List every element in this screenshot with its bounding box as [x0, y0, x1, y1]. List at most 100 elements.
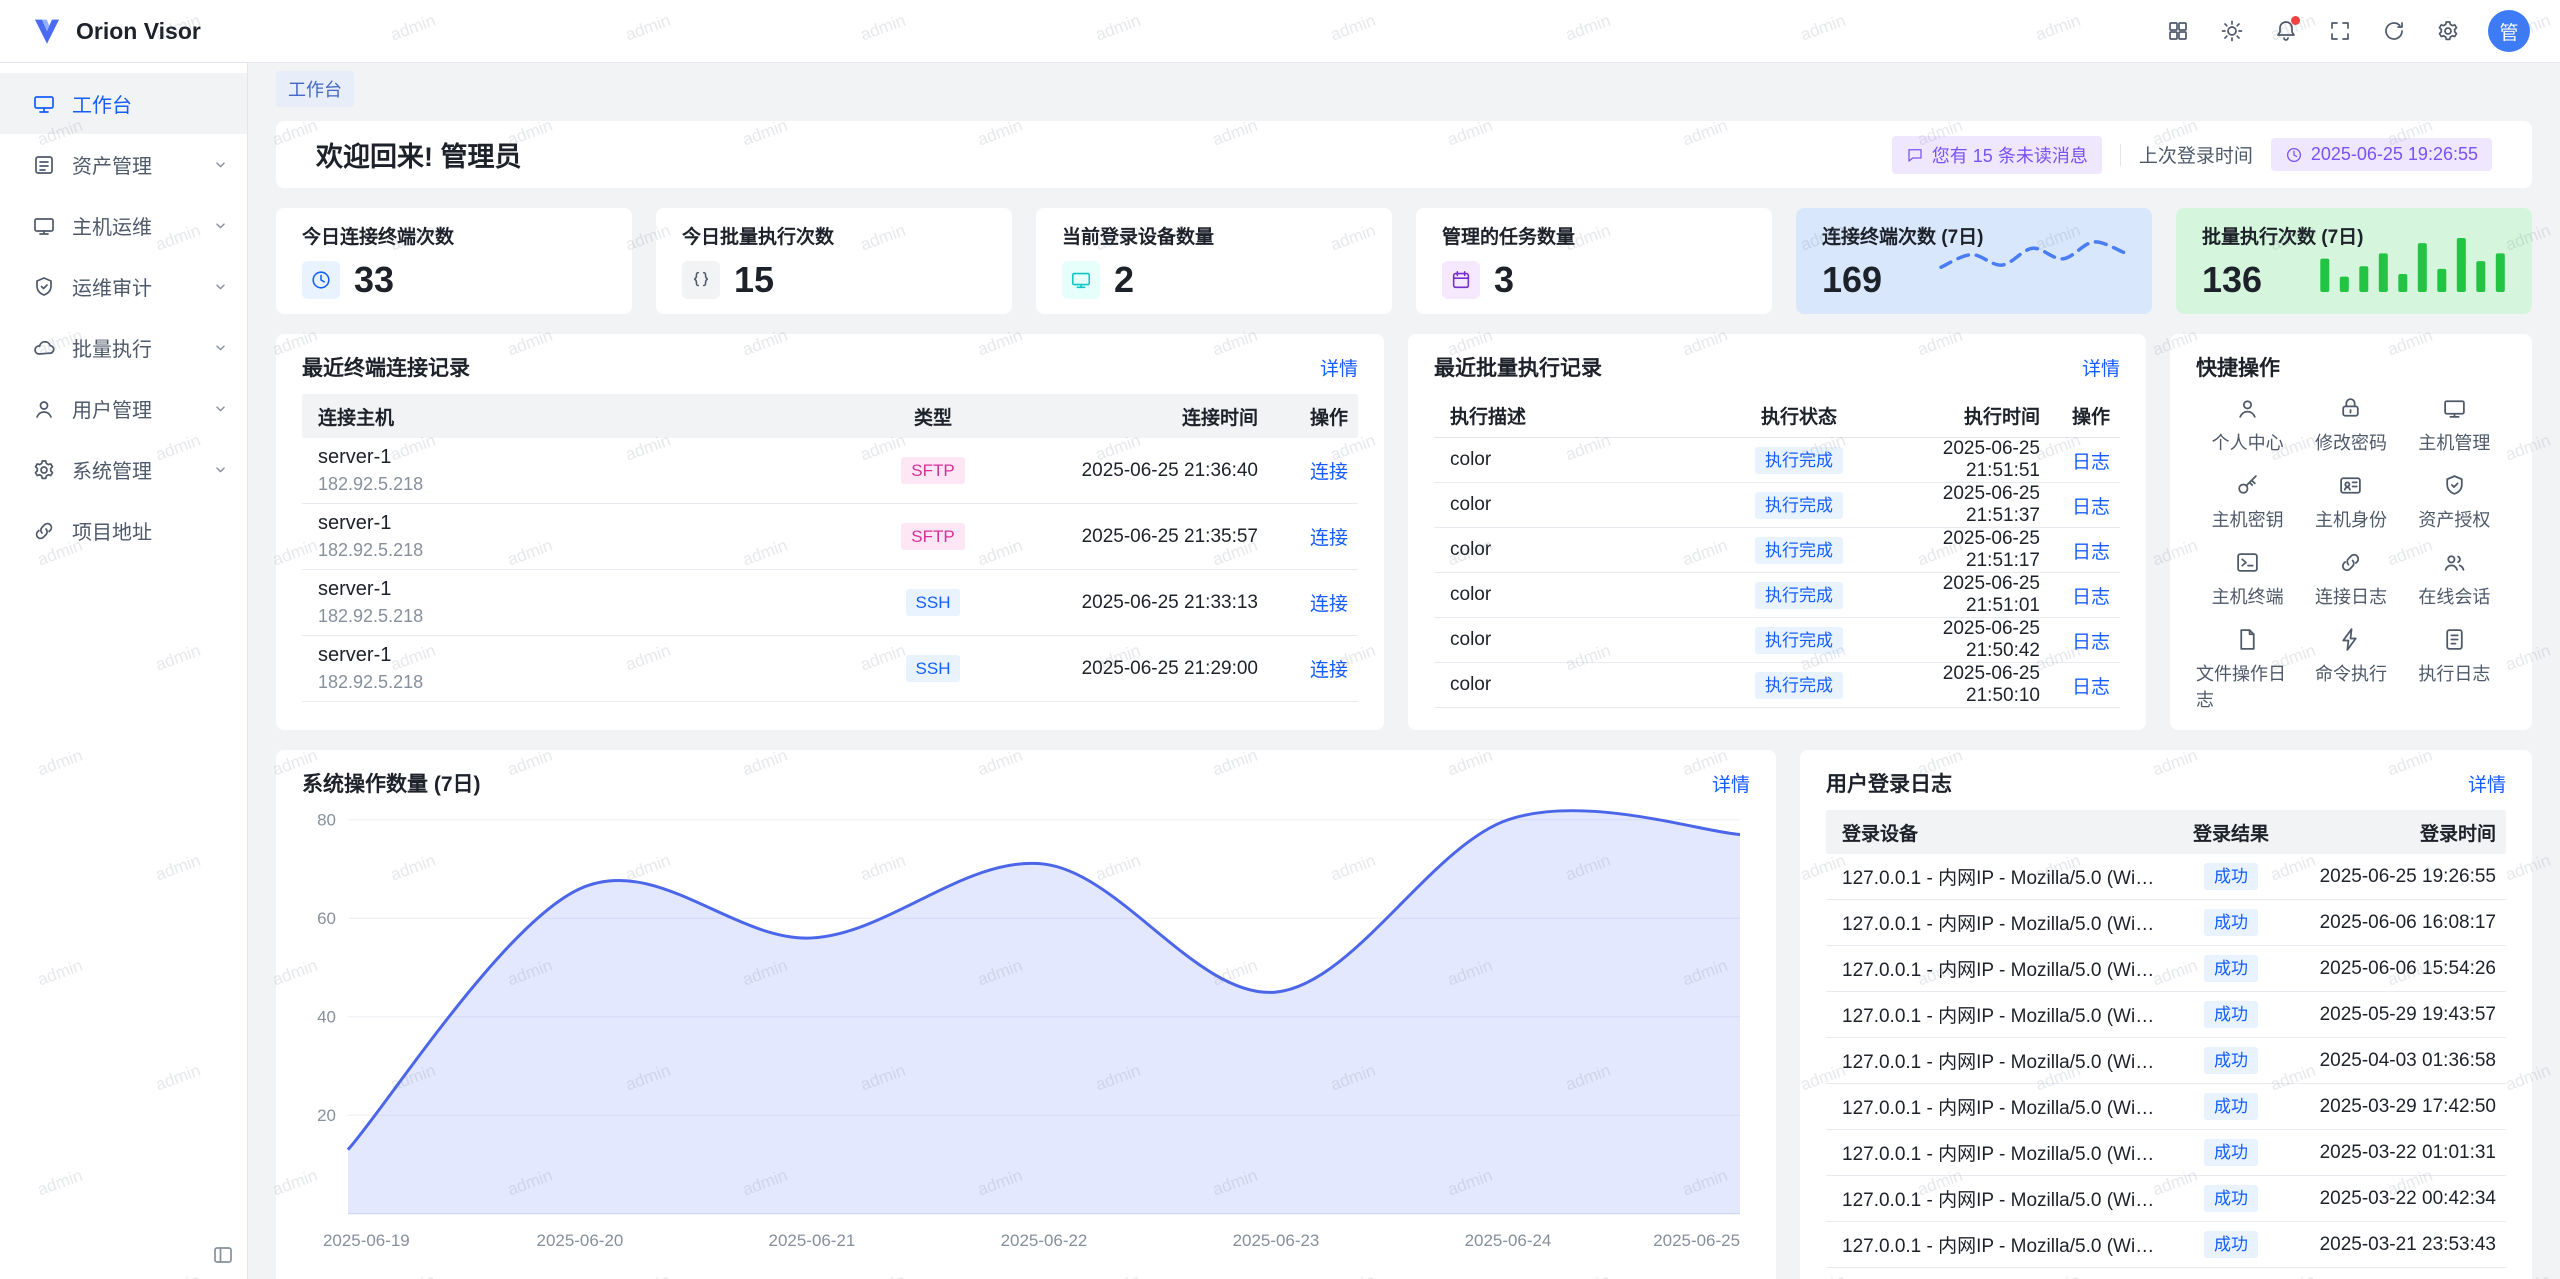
exec-time: 2025-06-25 21:51:01	[1884, 573, 2050, 617]
login-result-tag: 成功	[2204, 1185, 2258, 1212]
quick-action[interactable]: 个人中心	[2196, 396, 2299, 455]
sidebar-item[interactable]: 工作台	[0, 73, 247, 134]
quick-action[interactable]: 在线会话	[2403, 550, 2506, 609]
last-login-time-badge: 2025-06-25 19:26:55	[2271, 138, 2492, 171]
notifications-button[interactable]	[2266, 11, 2306, 51]
host-name: server-1	[318, 446, 858, 469]
stat-value: 33	[354, 259, 394, 301]
quick-action[interactable]: 主机管理	[2403, 396, 2506, 455]
log-link[interactable]: 日志	[2072, 587, 2110, 608]
connect-link[interactable]: 连接	[1310, 594, 1348, 615]
quick-action-icon	[2338, 627, 2363, 652]
log-link[interactable]: 日志	[2072, 632, 2110, 653]
host-name: server-1	[318, 644, 858, 667]
host-ip: 182.92.5.218	[318, 606, 858, 627]
quick-action[interactable]: 文件操作日志	[2196, 627, 2299, 712]
login-result-tag: 成功	[2204, 1093, 2258, 1120]
terminal-records-card: 最近终端连接记录 详情 连接主机 类型 连接时间 操作 server-1	[276, 334, 1384, 730]
batch-records-body: color 执行完成 2025-06-25 21:51:51 日志 color …	[1434, 438, 2120, 708]
stat-card: 连接终端次数 (7日) 169	[1796, 208, 2152, 314]
login-logs-card: 用户登录日志 详情 登录设备 登录结果 登录时间 127.0.0.1 - 内网I…	[1800, 750, 2532, 1279]
quick-action[interactable]: 资产授权	[2403, 473, 2506, 532]
exec-desc: color	[1434, 539, 1714, 561]
svg-text:2025-06-24: 2025-06-24	[1465, 1231, 1552, 1250]
fullscreen-button[interactable]	[2320, 11, 2360, 51]
login-device: 127.0.0.1 - 内网IP - Mozilla/5.0 (Windows …	[1826, 909, 2176, 936]
sidebar-collapse-icon[interactable]	[211, 1243, 235, 1267]
sidebar-item[interactable]: 用户管理	[0, 378, 247, 439]
login-logs-detail-link[interactable]: 详情	[2468, 770, 2506, 797]
sidebar-item[interactable]: 系统管理	[0, 439, 247, 500]
quick-action-icon	[2338, 550, 2363, 575]
table-row: server-1 182.92.5.218 SSH 2025-06-25 21:…	[302, 570, 1358, 636]
sidebar-item[interactable]: 资产管理	[0, 134, 247, 195]
connect-link[interactable]: 连接	[1310, 528, 1348, 549]
stat-icon	[1442, 261, 1480, 299]
quick-action[interactable]: 命令执行	[2299, 627, 2402, 712]
connect-time: 2025-06-25 21:36:40	[1008, 460, 1268, 482]
quick-action[interactable]: 修改密码	[2299, 396, 2402, 455]
quick-action-label: 命令执行	[2315, 660, 2387, 686]
refresh-button[interactable]	[2374, 11, 2414, 51]
app-logo[interactable]: Orion Visor	[30, 14, 201, 48]
login-device: 127.0.0.1 - 内网IP - Mozilla/5.0 (Windows …	[1826, 1139, 2176, 1166]
connect-link[interactable]: 连接	[1310, 660, 1348, 681]
connect-time: 2025-06-25 21:29:00	[1008, 658, 1268, 680]
panel-title: 系统操作数量 (7日)	[302, 768, 481, 798]
quick-action-icon	[2338, 396, 2363, 421]
exec-status-tag: 执行完成	[1755, 537, 1843, 564]
unread-messages-badge[interactable]: 您有 15 条未读消息	[1892, 136, 2102, 174]
login-device: 127.0.0.1 - 内网IP - Mozilla/5.0 (Windows …	[1826, 1185, 2176, 1212]
sidebar-item-label: 批量执行	[72, 333, 196, 362]
sidebar-item[interactable]: 主机运维	[0, 195, 247, 256]
table-row: 127.0.0.1 - 内网IP - Mozilla/5.0 (Windows …	[1826, 1130, 2506, 1176]
table-row: 127.0.0.1 - 内网IP - Mozilla/5.0 (Windows …	[1826, 854, 2506, 900]
app-title: Orion Visor	[76, 18, 201, 45]
svg-text:2025-06-20: 2025-06-20	[537, 1231, 624, 1250]
theme-toggle-button[interactable]	[2212, 11, 2252, 51]
table-row: color 执行完成 2025-06-25 21:50:42 日志	[1434, 618, 2120, 663]
sidebar-item-label: 运维审计	[72, 272, 196, 301]
quick-action-label: 个人中心	[2212, 429, 2284, 455]
log-link[interactable]: 日志	[2072, 452, 2110, 473]
table-row: 127.0.0.1 - 内网IP - Mozilla/5.0 (Windows …	[1826, 900, 2506, 946]
breadcrumb[interactable]: 工作台	[276, 71, 354, 107]
quick-action[interactable]: 主机身份	[2299, 473, 2402, 532]
table-row: server-1 182.92.5.218 SSH 2025-06-25 21:…	[302, 636, 1358, 702]
stat-card: 批量执行次数 (7日) 136	[2176, 208, 2532, 314]
quick-action[interactable]: 执行日志	[2403, 627, 2506, 712]
sidebar-item[interactable]: 项目地址	[0, 500, 247, 561]
fullscreen-icon	[2328, 19, 2352, 43]
quick-action[interactable]: 主机终端	[2196, 550, 2299, 609]
svg-text:40: 40	[317, 1008, 336, 1027]
login-time: 2025-04-03 01:36:58	[2286, 1050, 2506, 1072]
login-time: 2025-05-29 19:43:57	[2286, 1004, 2506, 1026]
user-avatar[interactable]: 管	[2488, 10, 2530, 52]
ops-chart-detail-link[interactable]: 详情	[1712, 770, 1750, 797]
sidebar-item[interactable]: 批量执行	[0, 317, 247, 378]
stat-value: 169	[1822, 259, 1882, 301]
stat-icon	[682, 261, 720, 299]
message-icon	[1906, 146, 1924, 164]
log-link[interactable]: 日志	[2072, 542, 2110, 563]
widgets-button[interactable]	[2158, 11, 2198, 51]
log-link[interactable]: 日志	[2072, 497, 2110, 518]
protocol-tag: SFTP	[901, 523, 964, 550]
sidebar-item[interactable]: 运维审计	[0, 256, 247, 317]
exec-time: 2025-06-25 21:51:51	[1884, 438, 2050, 482]
stat-icon	[1062, 261, 1100, 299]
sidebar-item-label: 资产管理	[72, 150, 196, 179]
terminal-records-detail-link[interactable]: 详情	[1320, 354, 1358, 381]
batch-records-detail-link[interactable]: 详情	[2082, 354, 2120, 381]
connect-link[interactable]: 连接	[1310, 462, 1348, 483]
quick-action[interactable]: 主机密钥	[2196, 473, 2299, 532]
stat-label: 今日连接终端次数	[302, 222, 606, 249]
login-time: 2025-03-22 00:42:34	[2286, 1188, 2506, 1210]
log-link[interactable]: 日志	[2072, 677, 2110, 698]
sidebar-item-label: 项目地址	[72, 516, 229, 545]
connect-time: 2025-06-25 21:35:57	[1008, 526, 1268, 548]
quick-action[interactable]: 连接日志	[2299, 550, 2402, 609]
login-result-tag: 成功	[2204, 909, 2258, 936]
svg-text:2025-06-23: 2025-06-23	[1233, 1231, 1320, 1250]
settings-button[interactable]	[2428, 11, 2468, 51]
